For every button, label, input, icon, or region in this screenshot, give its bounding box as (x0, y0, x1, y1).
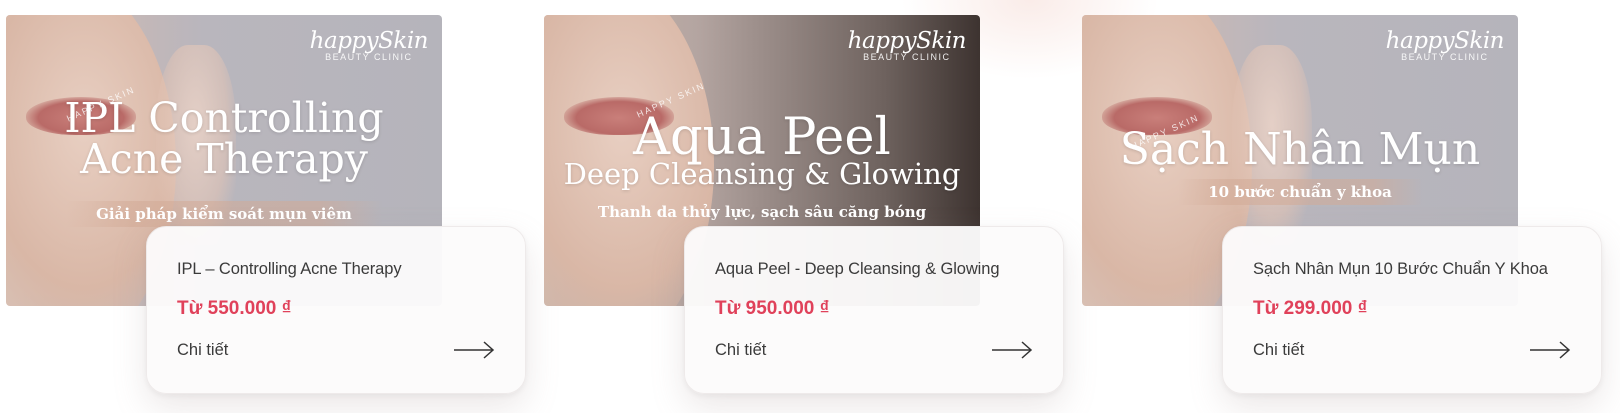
brand-logo-text: happySkin (309, 28, 429, 54)
service-info-panel: Sạch Nhân Mụn 10 Bước Chuẩn Y Khoa Từ 29… (1222, 226, 1602, 394)
brand-logo-text: happySkin (1385, 28, 1505, 54)
service-title[interactable]: Aqua Peel - Deep Cleansing & Glowing (715, 260, 1033, 279)
banner-tagline: 10 bước chuẩn y khoa (1178, 179, 1422, 205)
service-price: Từ 299.000 ₫ (1253, 298, 1368, 319)
arrow-right-icon[interactable] (991, 340, 1033, 360)
detail-link[interactable]: Chi tiết (177, 341, 228, 360)
detail-row: Chi tiết (715, 340, 1033, 360)
brand-logo-subtitle: BEAUTY CLINIC (863, 52, 951, 62)
service-title[interactable]: Sạch Nhân Mụn 10 Bước Chuẩn Y Khoa (1253, 260, 1571, 279)
banner-headline: Aqua Peel (633, 108, 891, 167)
detail-link[interactable]: Chi tiết (715, 341, 766, 360)
brand-logo: happySkin BEAUTY CLINIC (309, 28, 429, 62)
banner-headline: Sạch Nhân Mụn (1119, 124, 1481, 175)
service-info-panel: Aqua Peel - Deep Cleansing & Glowing Từ … (684, 226, 1064, 394)
brand-logo-subtitle: BEAUTY CLINIC (325, 52, 413, 62)
banner-tagline: Thanh da thủy lực, sạch sâu căng bóng (597, 203, 927, 221)
brand-logo: happySkin BEAUTY CLINIC (1385, 28, 1505, 62)
service-title[interactable]: IPL – Controlling Acne Therapy (177, 260, 495, 279)
brand-logo-subtitle: BEAUTY CLINIC (1401, 52, 1489, 62)
banner-tagline: Giải pháp kiểm soát mụn viêm (66, 201, 382, 227)
service-price: Từ 550.000 ₫ (177, 298, 292, 319)
banner-headline: IPL Controlling (64, 94, 384, 142)
service-info-panel: IPL – Controlling Acne Therapy Từ 550.00… (146, 226, 526, 394)
detail-row: Chi tiết (1253, 340, 1571, 360)
detail-link[interactable]: Chi tiết (1253, 341, 1304, 360)
service-card-sach-nhan-mun: happySkin BEAUTY CLINIC HAPPY SKIN Sạch … (1082, 0, 1620, 413)
service-card-ipl: happySkin BEAUTY CLINIC HAPPY SKIN IPL C… (6, 0, 546, 413)
service-price: Từ 950.000 ₫ (715, 298, 830, 319)
service-card-aqua-peel: happySkin BEAUTY CLINIC HAPPY SKIN Aqua … (544, 0, 1084, 413)
banner-headline-line2: Acne Therapy (80, 135, 368, 183)
brand-logo: happySkin BEAUTY CLINIC (847, 28, 967, 62)
brand-logo-text: happySkin (847, 28, 967, 54)
arrow-right-icon[interactable] (453, 340, 495, 360)
detail-row: Chi tiết (177, 340, 495, 360)
banner-headline-line2: Deep Cleansing & Glowing (563, 157, 961, 191)
arrow-right-icon[interactable] (1529, 340, 1571, 360)
